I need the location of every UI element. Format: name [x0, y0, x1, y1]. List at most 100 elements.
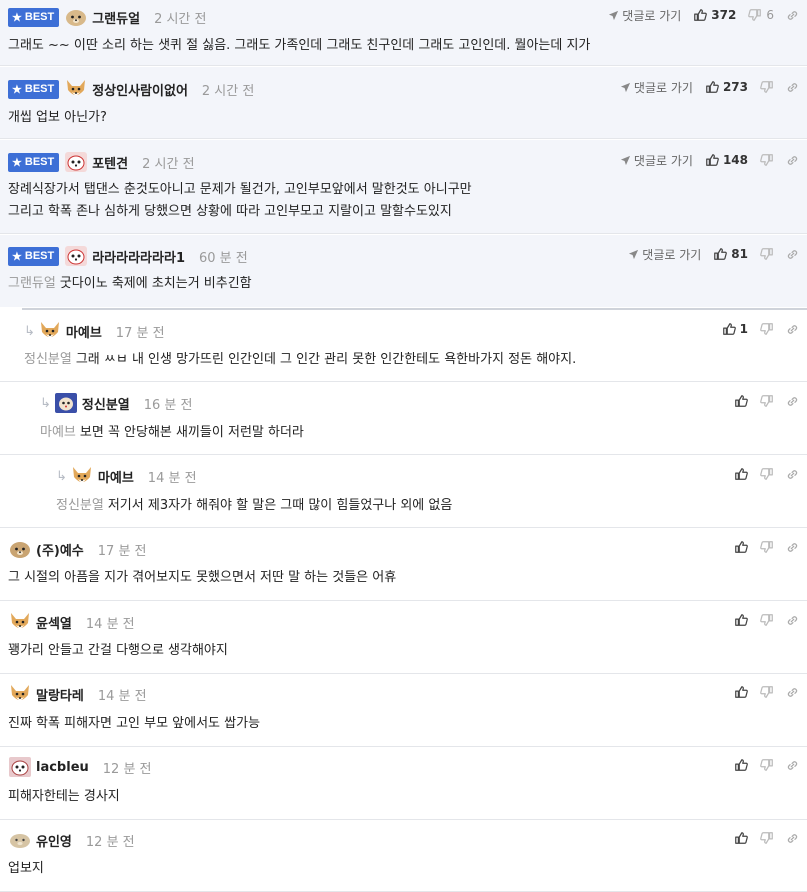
author-nickname[interactable]: (주)예수: [36, 540, 84, 559]
author-nickname[interactable]: 정상인사람이없어: [92, 80, 188, 99]
downvote-button[interactable]: [760, 758, 774, 772]
downvote-button[interactable]: [760, 613, 774, 627]
downvote-button[interactable]: [760, 247, 774, 261]
downvote-button[interactable]: [760, 831, 774, 845]
avatar[interactable]: [38, 320, 62, 342]
thumbs-up-icon: [735, 614, 748, 626]
avatar[interactable]: [8, 683, 32, 705]
author-nickname[interactable]: 유인영: [36, 831, 72, 850]
downvote-button[interactable]: [760, 467, 774, 481]
copy-link-button[interactable]: [786, 614, 799, 627]
thumbs-up-icon: [694, 9, 708, 21]
upvote-button[interactable]: 1: [722, 322, 748, 336]
copy-link-button[interactable]: [786, 9, 799, 22]
comment-actions: [722, 829, 799, 847]
best-badge: ★ BEST: [8, 7, 60, 27]
upvote-button[interactable]: 148: [705, 153, 748, 167]
upvote-button[interactable]: 273: [705, 80, 748, 94]
thumbs-up-icon: [706, 81, 719, 93]
comment-time: 14 분 전: [147, 470, 197, 486]
reply-arrow-icon: ↳: [40, 395, 51, 411]
thumbs-down-icon: [748, 9, 762, 21]
thumbs-down-icon: [760, 323, 773, 335]
upvote-button[interactable]: [734, 758, 748, 772]
upvote-button[interactable]: 81: [713, 247, 748, 261]
author-nickname[interactable]: 포텐견: [92, 153, 128, 172]
goto-comment-link[interactable]: 댓글로 가기: [608, 7, 681, 24]
thumbs-up-icon: [735, 759, 748, 771]
reply-mention[interactable]: 정신분열: [56, 498, 104, 513]
upvote-button[interactable]: [734, 467, 748, 481]
downvote-button[interactable]: [760, 394, 774, 408]
upvote-button[interactable]: [734, 394, 748, 408]
avatar[interactable]: [54, 392, 78, 414]
comment-header: 말랑타레 14 분 전: [8, 683, 147, 705]
comment-header: ★ BEST 라라라라라라라1 60 분 전: [8, 245, 248, 267]
author-nickname[interactable]: 라라라라라라라1: [92, 247, 185, 266]
comment-text: 꽹가리 안들고 간걸 다행으로 생각해야지: [8, 643, 228, 658]
goto-comment-link[interactable]: 댓글로 가기: [620, 152, 693, 169]
downvote-button[interactable]: [760, 80, 774, 94]
upvote-button[interactable]: [734, 831, 748, 845]
copy-link-button[interactable]: [786, 81, 799, 94]
comment-item: ↳ 정신분열 16 분 전 마예브 보면 꼭 안당해본 새끼들이 저런말 하더라: [0, 383, 807, 455]
avatar[interactable]: [8, 538, 32, 560]
copy-link-button[interactable]: [786, 323, 799, 336]
author-nickname[interactable]: 정신분열: [82, 394, 130, 413]
avatar[interactable]: [64, 245, 88, 267]
link-icon: [787, 82, 798, 92]
author-nickname[interactable]: 마예브: [98, 467, 134, 486]
downvote-button[interactable]: [760, 153, 774, 167]
copy-link-button[interactable]: [786, 686, 799, 699]
copy-link-button[interactable]: [786, 832, 799, 845]
comment-header: 유인영 12 분 전: [8, 829, 135, 851]
author-nickname[interactable]: 윤섹열: [36, 613, 72, 632]
author-nickname[interactable]: lacbleu: [36, 760, 89, 775]
copy-link-button[interactable]: [786, 541, 799, 554]
send-icon: [609, 10, 619, 20]
author-nickname[interactable]: 말랑타레: [36, 685, 84, 704]
thumbs-down-icon: [760, 832, 773, 844]
reply-mention[interactable]: 마예브: [40, 425, 76, 440]
reply-mention[interactable]: 정신분열: [24, 352, 72, 367]
avatar[interactable]: [64, 78, 88, 100]
copy-link-button[interactable]: [786, 759, 799, 772]
avatar[interactable]: [64, 6, 88, 28]
downvote-button[interactable]: [760, 322, 774, 336]
goto-comment-link[interactable]: 댓글로 가기: [620, 79, 693, 96]
upvote-button[interactable]: [734, 685, 748, 699]
avatar[interactable]: [70, 465, 94, 487]
author-nickname[interactable]: 그랜듀얼: [92, 8, 140, 27]
avatar[interactable]: [8, 829, 32, 851]
goto-comment-link[interactable]: 댓글로 가기: [628, 246, 701, 263]
downvote-button[interactable]: [760, 685, 774, 699]
comment-text: 그랜듀얼 굿다이노 축제에 초치는거 비추긴함: [8, 276, 252, 291]
comment-item: (주)예수 17 분 전 그 시절의 아픔을 지가 겪어보지도 못했으면서 저딴…: [0, 529, 807, 601]
comment-text: 그 시절의 아픔을 지가 겪어보지도 못했으면서 저딴 말 하는 것들은 어휴: [8, 570, 397, 585]
copy-link-button[interactable]: [786, 248, 799, 261]
downvote-button[interactable]: 6: [748, 8, 774, 22]
avatar[interactable]: [8, 611, 32, 633]
copy-link-button[interactable]: [786, 468, 799, 481]
thumbs-up-icon: [722, 323, 736, 335]
author-nickname[interactable]: 마예브: [66, 322, 102, 341]
comment-text: 장례식장가서 탭댄스 춘것도아니고 문제가 될건가, 고인부모앞에서 말한것도 …: [8, 182, 472, 219]
downvote-button[interactable]: [760, 540, 774, 554]
thumbs-up-icon: [735, 395, 748, 407]
comment-header: lacbleu 12 분 전: [8, 756, 152, 778]
avatar[interactable]: [64, 151, 88, 173]
reply-mention[interactable]: 그랜듀얼: [8, 276, 56, 291]
avatar[interactable]: [8, 756, 32, 778]
link-icon: [787, 396, 798, 406]
copy-link-button[interactable]: [786, 154, 799, 167]
comment-item: lacbleu 12 분 전 피해자한테는 경사지: [0, 748, 807, 820]
copy-link-button[interactable]: [786, 395, 799, 408]
upvote-button[interactable]: 372: [693, 8, 736, 22]
comment-time: 14 분 전: [97, 688, 147, 704]
upvote-button[interactable]: [734, 540, 748, 554]
best-badge: ★ BEST: [8, 246, 60, 266]
comment-time: 2 시간 전: [142, 156, 195, 172]
comment-header: ★ BEST 그랜듀얼 2 시간 전: [8, 6, 206, 28]
upvote-button[interactable]: [734, 613, 748, 627]
thumbs-down-icon: [760, 759, 773, 771]
